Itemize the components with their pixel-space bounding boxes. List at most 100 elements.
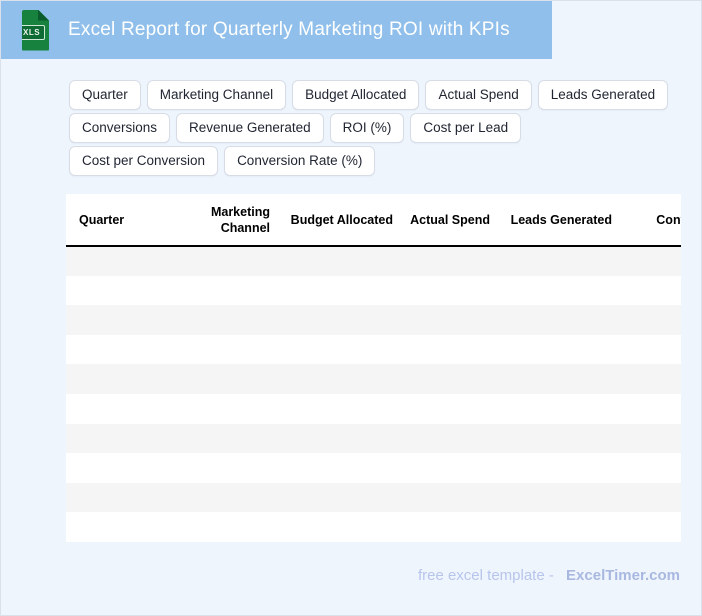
table-cell bbox=[66, 482, 161, 513]
chip-leads-generated[interactable]: Leads Generated bbox=[537, 80, 669, 110]
table-cell bbox=[396, 453, 493, 483]
table-row bbox=[66, 512, 681, 542]
col-header-marketing-channel: Marketing Channel bbox=[161, 194, 273, 247]
page-title: Excel Report for Quarterly Marketing ROI… bbox=[68, 19, 510, 40]
table-cell bbox=[493, 275, 615, 306]
table-cell bbox=[161, 393, 273, 424]
page: XLS Excel Report for Quarterly Marketing… bbox=[0, 0, 702, 616]
table-row bbox=[66, 305, 681, 335]
col-header-conversions: Conversions bbox=[615, 194, 681, 247]
table-cell bbox=[396, 364, 493, 394]
table-cell bbox=[161, 275, 273, 306]
chip-roi[interactable]: ROI (%) bbox=[329, 113, 405, 143]
table-cell bbox=[615, 246, 681, 276]
report-table-header: Quarter Marketing Channel Budget Allocated… bbox=[66, 194, 681, 247]
table-cell bbox=[161, 482, 273, 513]
table-cell bbox=[396, 305, 493, 335]
col-header-quarter: Quarter bbox=[66, 194, 161, 247]
table-cell bbox=[493, 482, 615, 513]
report-table-body bbox=[66, 246, 681, 542]
table-row bbox=[66, 364, 681, 394]
report-table: Quarter Marketing Channel Budget Allocated… bbox=[66, 194, 681, 542]
table-cell bbox=[615, 512, 681, 542]
table-cell bbox=[615, 423, 681, 454]
col-header-actual-spend: Actual Spend bbox=[396, 194, 493, 247]
table-cell bbox=[161, 246, 273, 276]
table-cell bbox=[493, 393, 615, 424]
chip-marketing-channel[interactable]: Marketing Channel bbox=[146, 80, 287, 110]
footer: free excel template - ExcelTimer.com bbox=[418, 567, 680, 584]
table-cell bbox=[396, 512, 493, 542]
table-cell bbox=[273, 453, 396, 483]
table-cell bbox=[66, 275, 161, 306]
table-cell bbox=[161, 334, 273, 365]
chip-budget-allocated[interactable]: Budget Allocated bbox=[292, 80, 420, 110]
table-row bbox=[66, 482, 681, 513]
table-cell bbox=[493, 334, 615, 365]
chip-conversion-rate[interactable]: Conversion Rate (%) bbox=[224, 146, 376, 176]
footer-brand-link[interactable]: ExcelTimer.com bbox=[566, 567, 680, 584]
table-cell bbox=[66, 334, 161, 365]
table-cell bbox=[615, 393, 681, 424]
table-cell bbox=[493, 246, 615, 276]
table-cell bbox=[66, 453, 161, 483]
table-cell bbox=[493, 423, 615, 454]
table-cell bbox=[161, 512, 273, 542]
table-cell bbox=[66, 423, 161, 454]
xls-badge: XLS bbox=[22, 24, 46, 40]
file-fold-corner-icon bbox=[38, 9, 49, 21]
chip-actual-spend[interactable]: Actual Spend bbox=[425, 80, 532, 110]
table-cell bbox=[273, 246, 396, 276]
table-cell bbox=[615, 453, 681, 483]
table-cell bbox=[273, 512, 396, 542]
table-cell bbox=[396, 334, 493, 365]
table-cell bbox=[66, 246, 161, 276]
table-cell bbox=[66, 512, 161, 542]
table-cell bbox=[615, 275, 681, 306]
col-header-leads-generated: Leads Generated bbox=[493, 194, 615, 247]
header-bar: XLS Excel Report for Quarterly Marketing… bbox=[1, 1, 552, 59]
column-chips: Quarter Marketing Channel Budget Allocated… bbox=[69, 80, 681, 176]
table-cell bbox=[396, 482, 493, 513]
table-row bbox=[66, 275, 681, 306]
header-row: Quarter Marketing Channel Budget Allocated… bbox=[66, 194, 681, 247]
chip-conversions[interactable]: Conversions bbox=[69, 113, 171, 143]
table-cell bbox=[273, 275, 396, 306]
footer-text: free excel template - bbox=[417, 567, 554, 584]
table-cell bbox=[396, 393, 493, 424]
table-cell bbox=[493, 512, 615, 542]
col-header-budget-allocated: Budget Allocated bbox=[273, 194, 396, 247]
table-cell bbox=[66, 393, 161, 424]
table-cell bbox=[273, 364, 396, 394]
chip-cost-per-conversion[interactable]: Cost per Conversion bbox=[69, 146, 219, 176]
table-row bbox=[66, 246, 681, 276]
table-cell bbox=[273, 334, 396, 365]
table-cell bbox=[161, 423, 273, 454]
table-cell bbox=[66, 364, 161, 394]
table-cell bbox=[493, 453, 615, 483]
table-cell bbox=[396, 275, 493, 306]
table-cell bbox=[161, 305, 273, 335]
table-cell bbox=[493, 364, 615, 394]
table-cell bbox=[396, 423, 493, 454]
table-cell bbox=[615, 334, 681, 365]
table-cell bbox=[615, 364, 681, 394]
table-cell bbox=[615, 305, 681, 335]
table-cell bbox=[161, 453, 273, 483]
report-table-container: Quarter Marketing Channel Budget Allocated… bbox=[66, 194, 681, 542]
table-cell bbox=[273, 423, 396, 454]
xls-file-icon: XLS bbox=[22, 9, 49, 51]
chip-cost-per-lead[interactable]: Cost per Lead bbox=[410, 113, 522, 143]
table-cell bbox=[615, 482, 681, 513]
table-row bbox=[66, 334, 681, 365]
table-cell bbox=[396, 246, 493, 276]
table-cell bbox=[273, 393, 396, 424]
table-cell bbox=[273, 305, 396, 335]
table-cell bbox=[66, 305, 161, 335]
chip-quarter[interactable]: Quarter bbox=[69, 80, 141, 110]
table-row bbox=[66, 453, 681, 483]
table-cell bbox=[273, 482, 396, 513]
chip-revenue-generated[interactable]: Revenue Generated bbox=[176, 113, 324, 143]
table-cell bbox=[493, 305, 615, 335]
table-cell bbox=[161, 364, 273, 394]
